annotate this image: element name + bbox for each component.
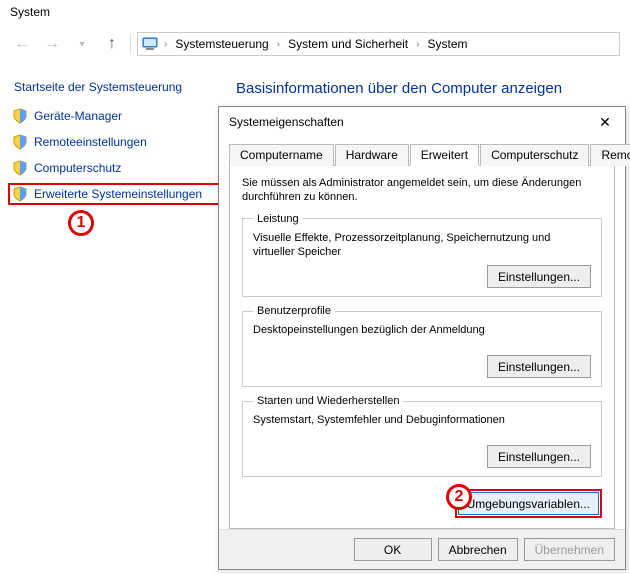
ok-button[interactable]: OK <box>354 538 432 561</box>
sidebar-item-remote[interactable]: Remoteeinstellungen <box>12 134 220 150</box>
tab-hardware[interactable]: Hardware <box>335 144 409 166</box>
up-icon[interactable]: ↑ <box>100 32 124 56</box>
toolbar: ← → ▾ ↑ › Systemsteuerung › System und S… <box>0 28 630 60</box>
forward-icon[interactable]: → <box>40 32 64 56</box>
breadcrumb-item[interactable]: Systemsteuerung <box>173 36 270 52</box>
close-icon[interactable]: ✕ <box>595 114 615 131</box>
window-titlebar: System <box>0 0 630 28</box>
shield-icon <box>12 160 28 176</box>
sidebar: Startseite der Systemsteuerung Geräte-Ma… <box>10 70 220 574</box>
tab-strip: Computername Hardware Erweitert Computer… <box>229 143 615 166</box>
shield-icon <box>12 186 28 202</box>
shield-icon <box>12 134 28 150</box>
breadcrumb-item[interactable]: System und Sicherheit <box>286 36 410 52</box>
group-leistung-desc: Visuelle Effekte, Prozessorzeitplanung, … <box>253 231 591 260</box>
dialog-footer: OK Abbrechen Übernehmen <box>219 529 625 569</box>
group-start-desc: Systemstart, Systemfehler und Debuginfor… <box>253 413 591 439</box>
group-leistung: Leistung Visuelle Effekte, Prozessorzeit… <box>242 213 602 298</box>
sidebar-item-devicemanager[interactable]: Geräte-Manager <box>12 108 220 124</box>
group-startrecovery: Starten und Wiederherstellen Systemstart… <box>242 395 602 477</box>
dialog-titlebar: Systemeigenschaften ✕ <box>219 107 625 137</box>
sidebar-item-label: Remoteeinstellungen <box>34 135 147 149</box>
breadcrumb[interactable]: › Systemsteuerung › System und Sicherhei… <box>137 32 620 56</box>
environment-variables-button[interactable]: Umgebungsvariablen... <box>458 492 599 515</box>
sidebar-item-computerschutz[interactable]: Computerschutz <box>12 160 220 176</box>
apply-button[interactable]: Übernehmen <box>524 538 615 561</box>
back-icon[interactable]: ← <box>10 32 34 56</box>
computer-icon <box>142 37 158 51</box>
group-benutzerprofile: Benutzerprofile Desktopeinstellungen bez… <box>242 305 602 387</box>
breadcrumb-item[interactable]: System <box>425 36 469 52</box>
sidebar-item-label: Computerschutz <box>34 161 121 175</box>
env-button-highlight: Umgebungsvariablen... <box>455 489 602 518</box>
tab-erweitert[interactable]: Erweitert <box>410 144 479 166</box>
annotation-2: 2 <box>446 484 472 510</box>
group-profile-desc: Desktopeinstellungen bezüglich der Anmel… <box>253 323 591 349</box>
tab-computerschutz[interactable]: Computerschutz <box>480 144 589 166</box>
window-title: System <box>10 5 50 19</box>
chevron-right-icon[interactable]: › <box>275 39 282 50</box>
dialog-body: Computername Hardware Erweitert Computer… <box>219 137 625 529</box>
env-row: Umgebungsvariablen... <box>242 489 602 518</box>
chevron-right-icon[interactable]: › <box>162 39 169 50</box>
tab-computername[interactable]: Computername <box>229 144 334 166</box>
admin-note: Sie müssen als Administrator angemeldet … <box>242 176 602 205</box>
sidebar-item-label: Erweiterte Systemeinstellungen <box>34 187 202 201</box>
tab-remote[interactable]: Remote <box>590 144 630 166</box>
leistung-settings-button[interactable]: Einstellungen... <box>487 265 591 288</box>
tab-content-erweitert: Sie müssen als Administrator angemeldet … <box>229 166 615 529</box>
shield-icon <box>12 108 28 124</box>
sidebar-item-label: Geräte-Manager <box>34 109 122 123</box>
dialog-title: Systemeigenschaften <box>229 115 344 129</box>
sidebar-item-advanced[interactable]: Erweiterte Systemeinstellungen <box>8 183 224 205</box>
group-start-legend: Starten und Wiederherstellen <box>253 395 403 407</box>
chevron-right-icon[interactable]: › <box>414 39 421 50</box>
group-leistung-legend: Leistung <box>253 213 303 225</box>
start-settings-button[interactable]: Einstellungen... <box>487 445 591 468</box>
system-properties-dialog: Systemeigenschaften ✕ Computername Hardw… <box>218 106 626 570</box>
annotation-1: 1 <box>68 210 94 236</box>
toolbar-separator <box>130 34 131 54</box>
cancel-button[interactable]: Abbrechen <box>438 538 518 561</box>
page-heading: Basisinformationen über den Computer anz… <box>236 80 562 97</box>
recent-dropdown-icon[interactable]: ▾ <box>70 32 94 56</box>
group-profile-legend: Benutzerprofile <box>253 305 335 317</box>
profile-settings-button[interactable]: Einstellungen... <box>487 355 591 378</box>
sidebar-title[interactable]: Startseite der Systemsteuerung <box>10 80 220 94</box>
